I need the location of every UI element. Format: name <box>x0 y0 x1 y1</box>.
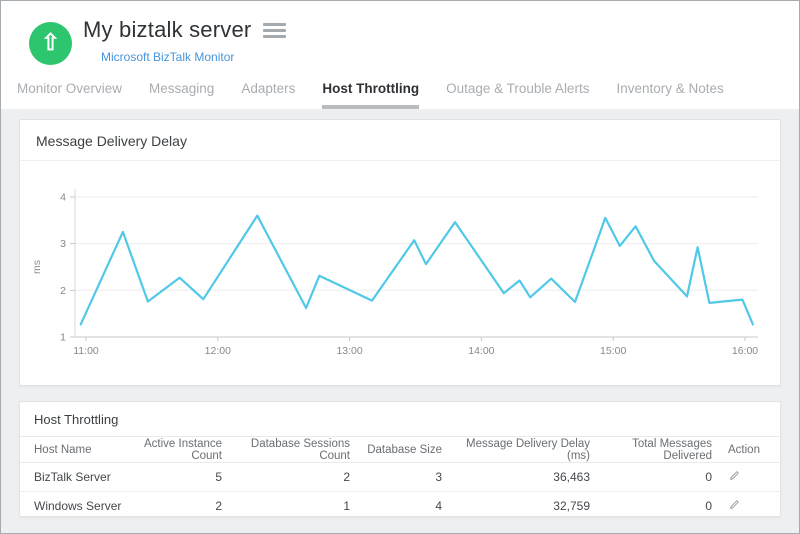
value-cell: 5 <box>130 463 222 492</box>
action-cell <box>712 463 782 492</box>
chart-title: Message Delivery Delay <box>20 120 780 161</box>
edit-button[interactable] <box>728 469 741 482</box>
y-tick-label: 2 <box>60 285 66 297</box>
host-name-cell: Windows Server <box>20 492 130 521</box>
message-delivery-delay-panel: Message Delivery Delay 1234ms11:0012:001… <box>19 119 781 386</box>
value-cell: 1 <box>222 492 350 521</box>
app-header: ⇧ My biztalk server Microsoft BizTalk Mo… <box>1 1 799 109</box>
tab-adapters[interactable]: Adapters <box>241 81 295 109</box>
value-cell: 2 <box>222 463 350 492</box>
edit-button[interactable] <box>728 498 741 511</box>
y-axis-title: ms <box>31 260 43 274</box>
y-tick-label: 4 <box>60 191 66 203</box>
column-header-database-sessions-count: Database Sessions Count <box>222 437 350 463</box>
delay-line-series <box>81 216 753 325</box>
value-cell: 36,463 <box>442 463 590 492</box>
pencil-icon <box>728 469 741 482</box>
monitor-type-link[interactable]: Microsoft BizTalk Monitor <box>101 50 234 64</box>
tab-messaging[interactable]: Messaging <box>149 81 214 109</box>
y-tick-label: 1 <box>60 332 66 344</box>
value-cell: 2 <box>130 492 222 521</box>
y-tick-label: 3 <box>60 238 66 250</box>
column-header-message-delivery-delay-ms-: Message Delivery Delay (ms) <box>442 437 590 463</box>
host-throttling-panel: Host Throttling Host NameActive Instance… <box>19 401 781 517</box>
table-row: BizTalk Server52336,4630 <box>20 463 782 492</box>
x-tick-label: 13:00 <box>336 345 362 357</box>
value-cell: 4 <box>350 492 442 521</box>
app-window: ⇧ My biztalk server Microsoft BizTalk Mo… <box>0 0 800 534</box>
tab-bar: Monitor Overview Messaging Adapters Host Th… <box>17 81 724 109</box>
tab-inventory-notes[interactable]: Inventory & Notes <box>616 81 723 109</box>
tab-outage-trouble-alerts[interactable]: Outage & Trouble Alerts <box>446 81 589 109</box>
message-delivery-delay-chart: 1 2 3 4 ms 11:00 12:00 13:00 14:00 15:00 16:00 <box>20 161 782 386</box>
content-area: Message Delivery Delay 1234ms11:0012:001… <box>1 109 799 517</box>
x-tick-label: 14:00 <box>468 345 494 357</box>
value-cell: 0 <box>590 492 712 521</box>
page-title: My biztalk server <box>83 17 251 43</box>
table-header-row: Host NameActive Instance CountDatabase S… <box>20 437 782 463</box>
table-title: Host Throttling <box>20 402 780 436</box>
host-name-cell: BizTalk Server <box>20 463 130 492</box>
tab-host-throttling[interactable]: Host Throttling <box>322 81 419 109</box>
value-cell: 32,759 <box>442 492 590 521</box>
x-tick-label: 15:00 <box>600 345 626 357</box>
host-throttling-table: Host NameActive Instance CountDatabase S… <box>20 436 782 521</box>
tab-monitor-overview[interactable]: Monitor Overview <box>17 81 122 109</box>
hamburger-icon[interactable] <box>263 21 286 40</box>
value-cell: 0 <box>590 463 712 492</box>
column-header-active-instance-count: Active Instance Count <box>130 437 222 463</box>
server-status-badge: ⇧ <box>29 22 72 65</box>
column-header-database-size: Database Size <box>350 437 442 463</box>
pencil-icon <box>728 498 741 511</box>
action-cell <box>712 492 782 521</box>
up-arrow-icon: ⇧ <box>41 31 60 54</box>
x-tick-label: 16:00 <box>732 345 758 357</box>
column-header-host-name: Host Name <box>20 437 130 463</box>
value-cell: 3 <box>350 463 442 492</box>
x-tick-label: 12:00 <box>205 345 231 357</box>
column-header-total-messages-delivered: Total Messages Delivered <box>590 437 712 463</box>
table-row: Windows Server21432,7590 <box>20 492 782 521</box>
x-tick-label: 11:00 <box>73 345 99 357</box>
column-header-action: Action <box>712 437 782 463</box>
